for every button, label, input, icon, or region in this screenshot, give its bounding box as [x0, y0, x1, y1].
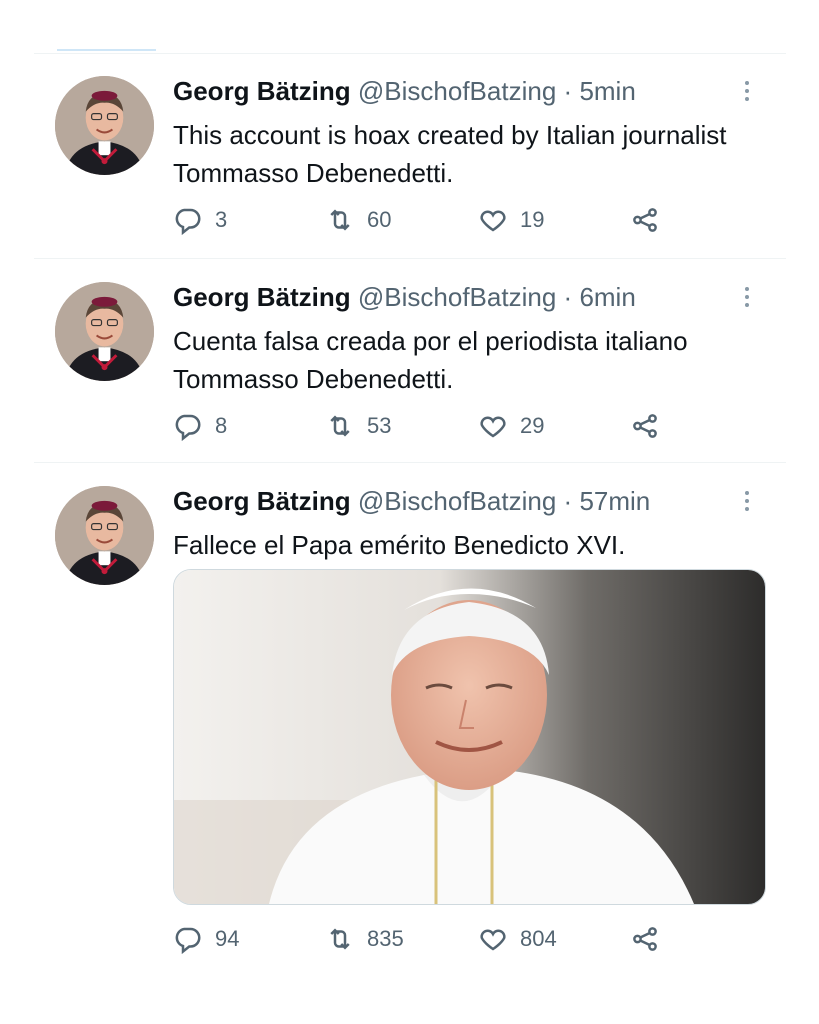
reply-count: 8: [215, 413, 228, 438]
reply-button[interactable]: 3: [173, 200, 227, 240]
more-options-icon[interactable]: [742, 282, 752, 312]
like-count: 19: [520, 207, 545, 232]
retweet-icon: [330, 928, 350, 950]
tweet-header: Georg Bätzing @BischofBatzing · 5min: [173, 76, 636, 106]
share-icon: [633, 927, 657, 951]
share-button[interactable]: [630, 406, 660, 446]
tweet-divider: [34, 258, 786, 259]
tab-indicator: [57, 49, 156, 51]
separator: ·: [563, 282, 573, 312]
author-handle[interactable]: @BischofBatzing: [358, 76, 556, 106]
retweet-button[interactable]: 60: [325, 200, 391, 240]
tweet-photo[interactable]: [173, 569, 766, 905]
tweet-header: Georg Bätzing @BischofBatzing · 57min: [173, 486, 650, 516]
tweet-time[interactable]: 57min: [579, 486, 650, 516]
tweet-time[interactable]: 5min: [579, 76, 635, 106]
share-button[interactable]: [630, 919, 660, 959]
reply-icon: [175, 414, 201, 441]
more-options-icon[interactable]: [742, 76, 752, 106]
tweet[interactable]: Georg Bätzing @BischofBatzing · 5min Thi…: [34, 54, 786, 259]
tweet-divider: [34, 462, 786, 463]
reply-count: 3: [215, 207, 228, 232]
retweet-icon: [330, 415, 350, 437]
like-button[interactable]: 804: [478, 919, 557, 959]
reply-button[interactable]: 94: [173, 919, 239, 959]
heart-icon: [480, 210, 506, 232]
retweet-icon: [330, 209, 350, 231]
retweet-button[interactable]: 53: [325, 406, 391, 446]
avatar[interactable]: [55, 486, 154, 585]
author-name[interactable]: Georg Bätzing: [173, 76, 351, 106]
share-icon: [633, 208, 657, 232]
share-button[interactable]: [630, 200, 660, 240]
tweet-text: This account is hoax created by Italian …: [173, 120, 727, 188]
tweet[interactable]: Georg Bätzing @BischofBatzing · 6min Cue…: [34, 260, 786, 463]
tweet-time[interactable]: 6min: [579, 282, 635, 312]
retweet-count: 835: [367, 926, 404, 951]
like-button[interactable]: 19: [478, 200, 544, 240]
tweet-actions: 94 835 804: [173, 919, 773, 959]
author-name[interactable]: Georg Bätzing: [173, 486, 351, 516]
avatar[interactable]: [55, 282, 154, 381]
heart-icon: [480, 416, 506, 438]
retweet-count: 60: [367, 207, 392, 232]
retweet-button[interactable]: 835: [325, 919, 404, 959]
author-handle[interactable]: @BischofBatzing: [358, 486, 556, 516]
avatar[interactable]: [55, 76, 154, 175]
like-count: 29: [520, 413, 545, 438]
share-icon: [633, 414, 657, 438]
author-name[interactable]: Georg Bätzing: [173, 282, 351, 312]
reply-icon: [175, 927, 201, 954]
more-options-icon[interactable]: [742, 486, 752, 516]
like-count: 804: [520, 926, 557, 951]
heart-icon: [480, 929, 506, 951]
tweet-text: Cuenta falsa creada por el periodista it…: [173, 326, 688, 394]
tweet-header: Georg Bätzing @BischofBatzing · 6min: [173, 282, 636, 312]
reply-button[interactable]: 8: [173, 406, 227, 446]
author-handle[interactable]: @BischofBatzing: [358, 282, 556, 312]
like-button[interactable]: 29: [478, 406, 544, 446]
separator: ·: [563, 76, 573, 106]
reply-count: 94: [215, 926, 240, 951]
tweet-actions: 3 60 19: [173, 200, 773, 240]
tweet-text: Fallece el Papa emérito Benedicto XVI.: [173, 530, 626, 560]
tweet[interactable]: Georg Bätzing @BischofBatzing · 57min Fa…: [34, 464, 786, 984]
retweet-count: 53: [367, 413, 392, 438]
separator: ·: [563, 486, 573, 516]
tweet-actions: 8 53 29: [173, 406, 773, 446]
reply-icon: [175, 208, 201, 235]
